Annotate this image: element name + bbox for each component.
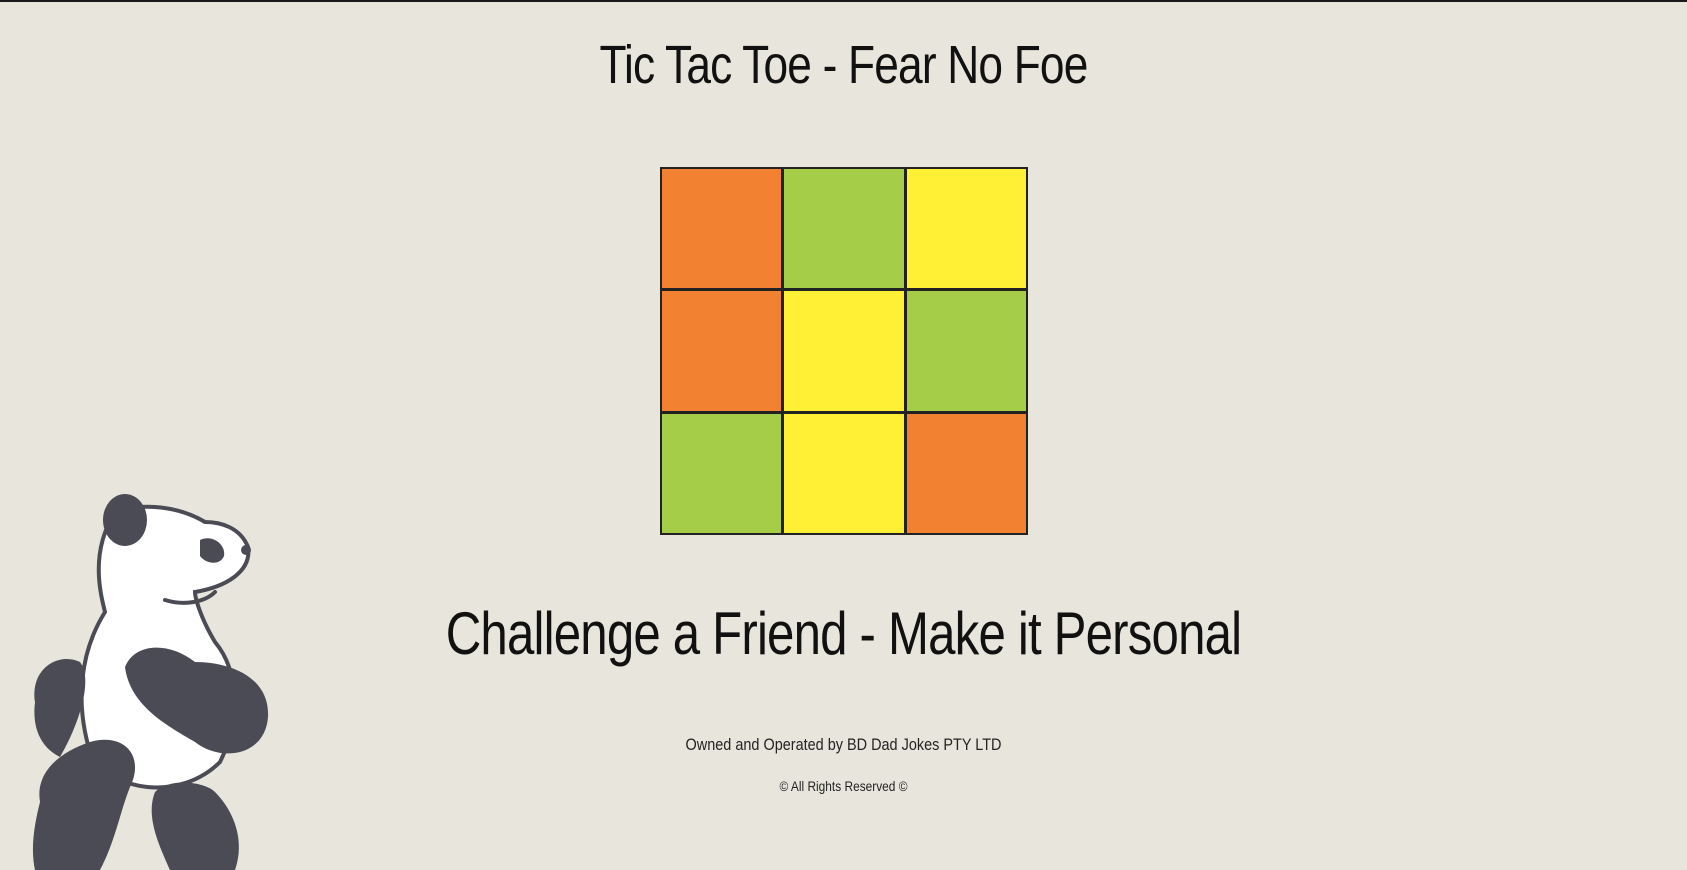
board-cell[interactable] [906,291,1026,411]
challenge-heading: Challenge a Friend - Make it Personal [445,600,1242,667]
board-cell[interactable] [784,413,904,533]
board-cell[interactable] [662,291,782,411]
page-title: Tic Tac Toe - Fear No Foe [599,35,1088,95]
board-cell[interactable] [662,413,782,533]
panda-icon [32,494,269,870]
board-cell[interactable] [784,291,904,411]
board-cell[interactable] [906,169,1026,289]
board-cell[interactable] [784,169,904,289]
board-cell[interactable] [906,413,1026,533]
footer-owner-text: Owned and Operated by BD Dad Jokes PTY L… [685,735,1002,754]
board-cell[interactable] [662,169,782,289]
game-board [660,167,1028,535]
footer-rights-text: © All Rights Reserved © [779,778,908,794]
